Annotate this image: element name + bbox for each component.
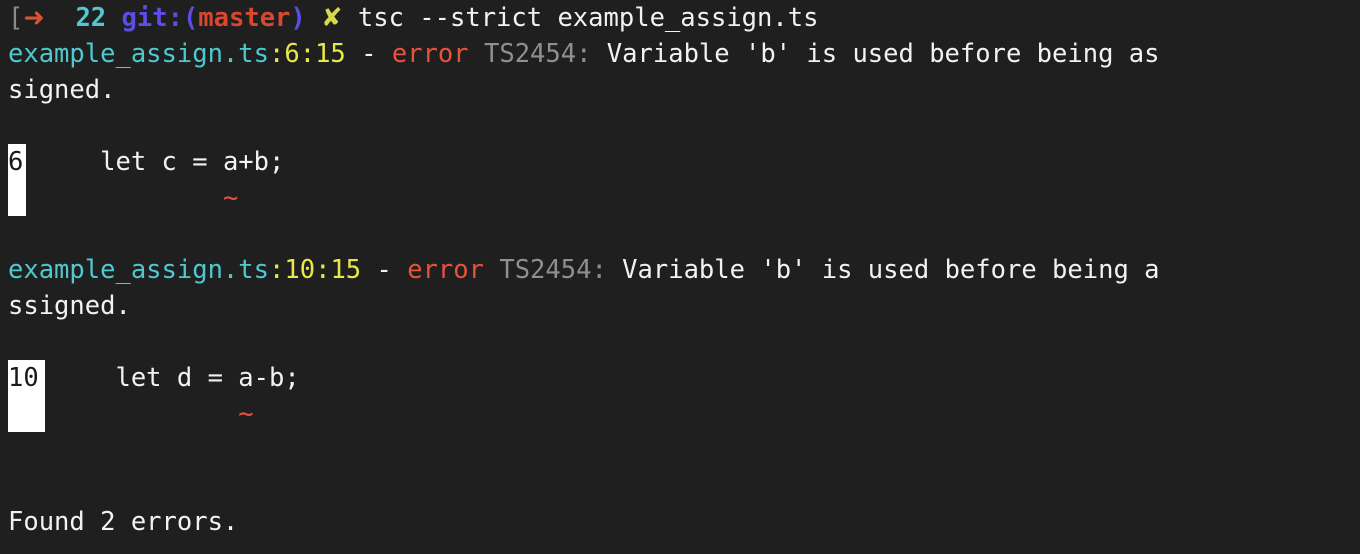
command-text: tsc --strict example_assign.ts: [357, 3, 819, 33]
code-excerpt: 6 let c = a+b; ~: [0, 144, 1360, 216]
diagnostic-severity: error: [407, 255, 484, 285]
diagnostic-separator: -: [345, 39, 392, 69]
spacer-row: [0, 108, 1360, 144]
diagnostic-separator: -: [361, 255, 408, 285]
diagnostic-file: example_assign.ts: [8, 39, 269, 69]
spacer-row: [0, 324, 1360, 360]
excerpt-squiggle-pad: [39, 183, 223, 213]
line-number-gutter: 6: [8, 144, 26, 216]
diagnostic-code: TS2454:: [499, 255, 607, 285]
diagnostic-message-line-2: ssigned.: [8, 291, 131, 321]
diagnostic-line: 10: [284, 255, 316, 285]
excerpt-code-line: let d = a-b;: [8, 360, 300, 396]
terminal-window[interactable]: [➜ 22 git:(master) ✘ tsc --strict exampl…: [0, 0, 1360, 554]
diagnostic-colon-2: :: [315, 255, 331, 285]
excerpt-code-line: let c = a+b;: [8, 144, 284, 180]
excerpt-squiggle-line: ~: [8, 180, 238, 216]
prompt-gap-2: [106, 3, 121, 33]
diagnostic-space: [469, 39, 484, 69]
excerpt-squiggle-pad: [54, 399, 238, 429]
prompt-gap-3: [306, 3, 321, 33]
spacer-row: [0, 216, 1360, 252]
cross-mark-icon: ✘: [321, 3, 343, 33]
diagnostic-colon-2: :: [299, 39, 316, 69]
diagnostic-colon-1: :: [269, 39, 285, 69]
excerpt-code-text: let c = a+b;: [38, 147, 285, 177]
diagnostic-column: 15: [315, 39, 346, 69]
diagnostic-column: 15: [330, 255, 362, 285]
error-summary-text: Found 2 errors.: [8, 507, 239, 537]
diagnostic-message-line-1: Variable 'b' is used before being as: [591, 39, 1160, 69]
squiggle-marker: ~: [238, 399, 254, 429]
diagnostic-line: 6: [284, 39, 300, 69]
prompt-jobs-count: 22: [75, 3, 107, 33]
arrow-icon: ➜: [23, 3, 45, 33]
spacer-row: [0, 468, 1360, 504]
prompt-git-branch: master: [198, 3, 291, 33]
prompt-git-suffix: ): [290, 3, 306, 33]
prompt-line: [➜ 22 git:(master) ✘ tsc --strict exampl…: [0, 0, 1360, 36]
prompt-gap-1: [45, 3, 76, 33]
diagnostic-message-line-2: signed.: [8, 75, 116, 105]
diagnostic-header: example_assign.ts:10:15 - error TS2454: …: [0, 252, 1360, 288]
excerpt-code-text: let d = a-b;: [54, 363, 300, 393]
line-number-gutter: 10: [8, 360, 45, 432]
diagnostic-file: example_assign.ts: [8, 255, 269, 285]
diagnostic-header: example_assign.ts:6:15 - error TS2454: V…: [0, 36, 1360, 72]
diagnostic-colon-1: :: [269, 255, 285, 285]
code-excerpt: 10 let d = a-b; ~: [0, 360, 1360, 432]
prompt-gap-4: [343, 3, 358, 33]
summary-line: Found 2 errors.: [0, 504, 1360, 540]
diagnostic-space: [484, 255, 499, 285]
diagnostic-code: TS2454:: [483, 39, 592, 69]
spacer-row: [0, 432, 1360, 468]
prompt-left-bracket: [: [8, 3, 24, 33]
diagnostic-message-wrap: signed.: [0, 72, 1360, 108]
prompt-git-prefix: git:(: [121, 3, 199, 33]
diagnostic-message-wrap: ssigned.: [0, 288, 1360, 324]
diagnostic-severity: error: [391, 39, 469, 69]
squiggle-marker: ~: [222, 183, 239, 213]
diagnostic-message-line-1: Variable 'b' is used before being a: [606, 255, 1160, 285]
